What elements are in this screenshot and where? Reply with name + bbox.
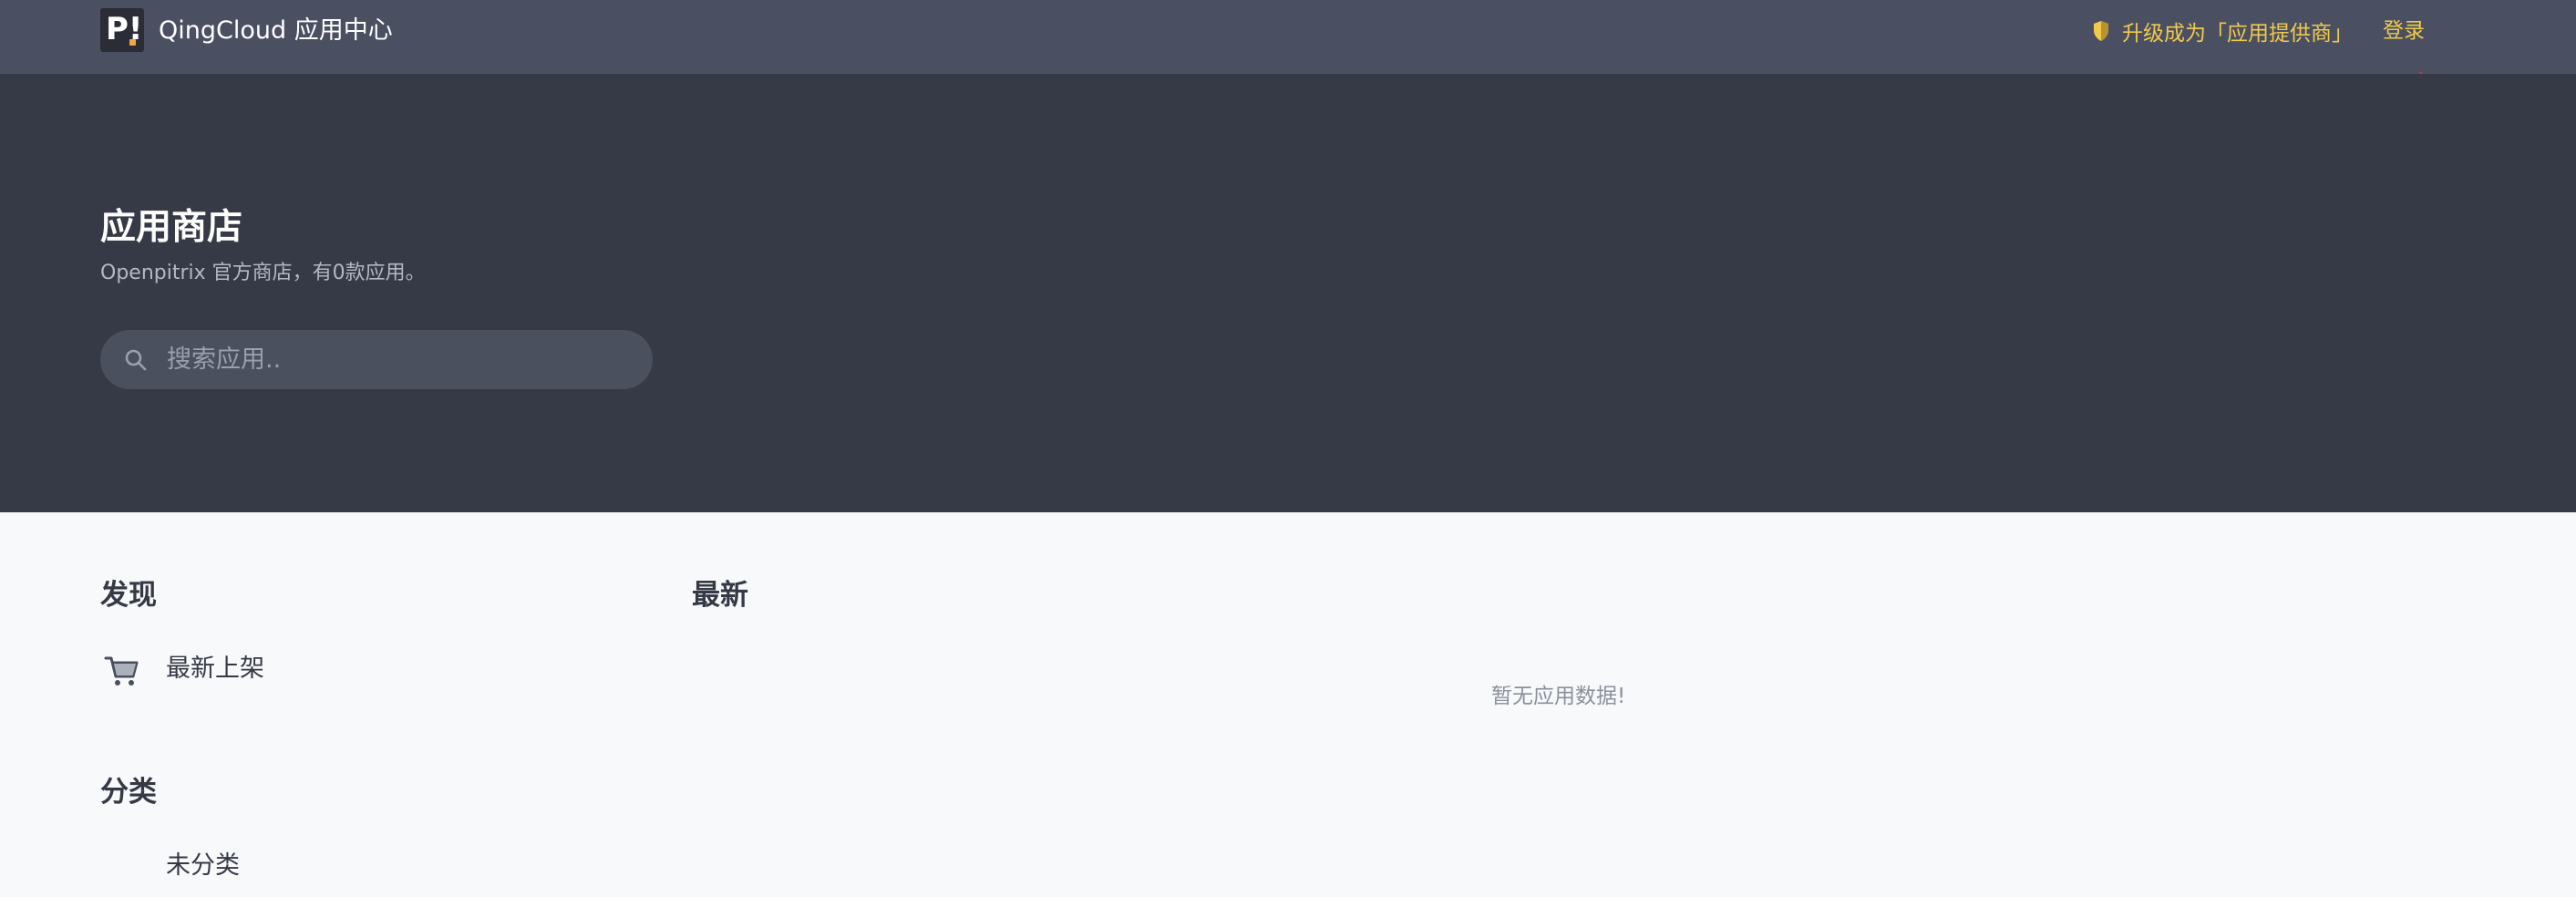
login-link[interactable]: 登录 [2383,14,2425,48]
app-title[interactable]: QingCloud 应用中心 [159,13,393,49]
search-box[interactable] [100,330,653,389]
search-input[interactable] [167,330,623,389]
page-title: 应用商店 [100,207,243,248]
shopping-cart-icon [104,656,139,686]
empty-state-message: 暂无应用数据! [1491,685,1626,708]
search-icon [125,349,147,371]
sidebar-item-latest[interactable]: 最新上架 [166,651,264,687]
discover-section-title: 发现 [100,579,157,612]
top-navigation-bar: P! QingCloud 应用中心 升级成为「应用提供商」 登录 [0,0,2576,74]
page-subtitle: Openpitrix 官方商店，有0款应用。 [100,262,426,284]
shield-icon [2094,21,2108,41]
upgrade-provider-link[interactable]: 升级成为「应用提供商」 [2093,14,2353,48]
hero-banner: 应用商店 Openpitrix 官方商店，有0款应用。 [0,74,2576,512]
app-logo[interactable]: P! [100,8,144,52]
logo-accent-dot [129,39,136,46]
logo-text: P! [106,11,143,47]
sidebar-item-uncategorized[interactable]: 未分类 [166,848,240,884]
category-section-title: 分类 [100,776,157,809]
upgrade-provider-label: 升级成为「应用提供商」 [2122,22,2353,46]
latest-section-title: 最新 [692,579,748,612]
